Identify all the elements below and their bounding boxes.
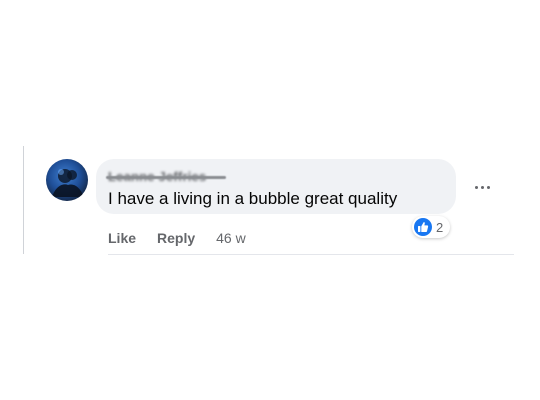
thread-line <box>23 146 24 254</box>
comment-actions: Like Reply 46 w <box>108 230 246 246</box>
author-redaction <box>106 176 226 179</box>
comment-bubble: Leanne Jeffries I have a living in a bub… <box>96 159 456 214</box>
more-dot-icon <box>486 185 490 189</box>
reaction-count: 2 <box>436 219 444 235</box>
thumbs-up-icon <box>418 222 429 232</box>
divider <box>108 254 514 255</box>
comment-text: I have a living in a bubble great qualit… <box>108 189 398 208</box>
reply-button[interactable]: Reply <box>157 230 195 246</box>
reaction-badge[interactable]: 2 <box>412 216 451 238</box>
like-button[interactable]: Like <box>108 230 136 246</box>
more-dot-icon <box>474 185 478 189</box>
avatar-image <box>52 169 84 197</box>
like-icon <box>414 218 432 236</box>
comment: Leanne Jeffries I have a living in a bub… <box>46 156 516 256</box>
avatar[interactable] <box>46 159 88 201</box>
comment-timestamp[interactable]: 46 w <box>216 230 246 246</box>
more-dot-icon <box>480 185 484 189</box>
more-options-button[interactable] <box>470 178 494 196</box>
